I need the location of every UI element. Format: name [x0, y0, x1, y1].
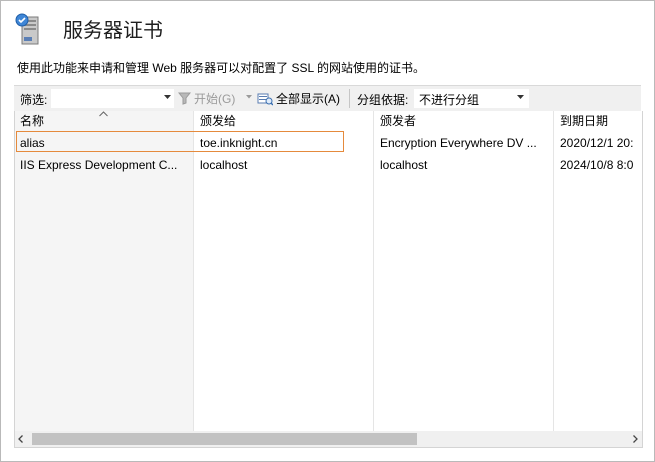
- group-by-label: 分组依据:: [357, 93, 409, 107]
- column-header-name-label: 名称: [20, 114, 45, 128]
- server-certificates-icon: [13, 11, 47, 45]
- filter-label: 筛选:: [20, 93, 48, 107]
- cell-expiration: 2020/12/1 20:: [560, 136, 634, 150]
- column-header-issued-to-label: 颁发给: [200, 114, 237, 128]
- show-all-label: 全部显示(A): [276, 92, 340, 106]
- horizontal-scrollbar[interactable]: [15, 431, 642, 447]
- chevron-down-icon[interactable]: [517, 95, 524, 100]
- page-title: 服务器证书: [63, 20, 163, 42]
- selection-focus-box: [16, 131, 344, 152]
- filter-input[interactable]: [51, 89, 174, 108]
- sort-ascending-icon: [99, 111, 108, 117]
- chevron-down-icon[interactable]: [164, 95, 171, 100]
- column-header-expiration[interactable]: 到期日期: [555, 111, 642, 131]
- group-by-value: 不进行分组: [419, 93, 480, 107]
- table-row[interactable]: IIS Express Development C... localhost l…: [15, 154, 642, 176]
- cell-name: IIS Express Development C...: [20, 158, 178, 172]
- page-description: 使用此功能来申请和管理 Web 服务器可以对配置了 SSL 的网站使用的证书。: [17, 61, 426, 75]
- show-all-button[interactable]: 全部显示(A): [257, 89, 340, 108]
- toolbar-separator: [349, 89, 350, 108]
- scroll-right-icon[interactable]: [633, 435, 638, 443]
- scroll-left-icon[interactable]: [18, 435, 23, 443]
- column-header-issued-by[interactable]: 颁发者: [375, 111, 553, 131]
- go-button[interactable]: 开始(G): [178, 89, 235, 108]
- column-header-expiration-label: 到期日期: [560, 114, 609, 128]
- go-dropdown-icon[interactable]: [246, 95, 252, 99]
- cell-issued-by: localhost: [380, 158, 428, 172]
- cell-expiration: 2024/10/8 8:0: [560, 158, 634, 172]
- column-header-issued-to[interactable]: 颁发给: [195, 111, 373, 131]
- cell-issued-by: Encryption Everywhere DV ...: [380, 136, 537, 150]
- scroll-thumb[interactable]: [32, 433, 417, 445]
- funnel-icon: [178, 92, 191, 105]
- filter-toolbar: 筛选: 开始(G) 全部显示(A) 分组依据: 不进行分组: [14, 85, 641, 111]
- group-by-select[interactable]: 不进行分组: [414, 89, 529, 108]
- cell-issued-to: localhost: [200, 158, 248, 172]
- column-header-issued-by-label: 颁发者: [380, 114, 417, 128]
- certificates-table: 名称 颁发给 颁发者 到期日期 alias toe.inknight.cn En…: [14, 111, 643, 448]
- go-button-label: 开始(G): [194, 92, 236, 106]
- show-all-icon: [257, 93, 273, 106]
